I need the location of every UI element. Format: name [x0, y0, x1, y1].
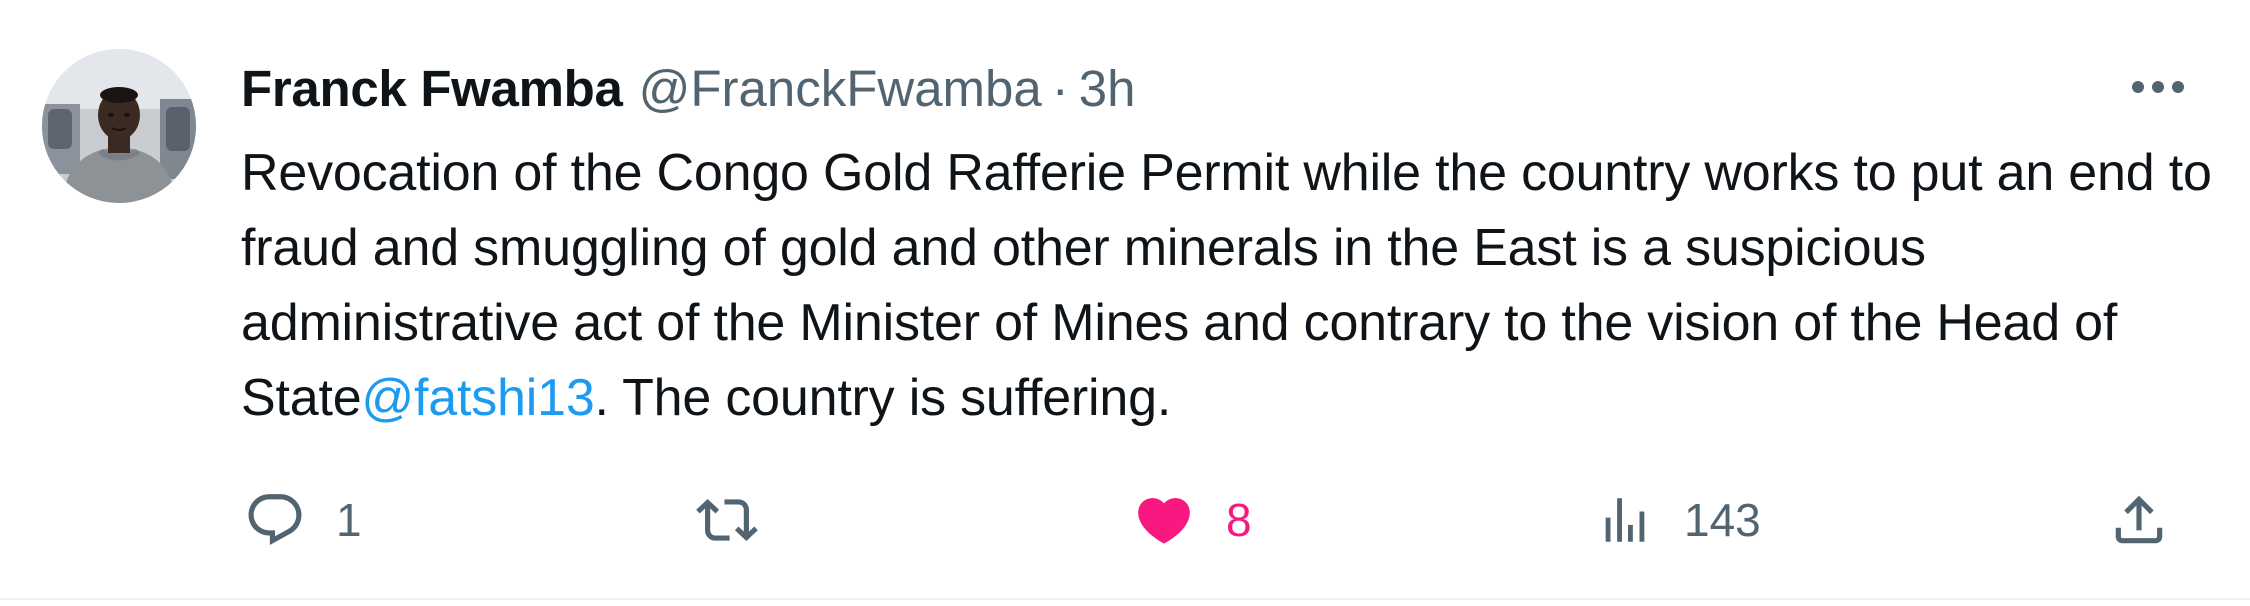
- retweet-icon: [694, 489, 760, 551]
- heart-filled-icon: [1132, 489, 1196, 551]
- author-display-name[interactable]: Franck Fwamba: [241, 59, 623, 118]
- tweet-header: Franck Fwamba @FranckFwamba · 3h: [241, 56, 1136, 120]
- divider: [0, 598, 2250, 600]
- share-icon: [2108, 489, 2170, 551]
- like-button[interactable]: 8: [1132, 478, 1252, 562]
- more-horizontal-icon: [2131, 80, 2185, 99]
- avatar-image: [42, 49, 196, 203]
- share-button[interactable]: [2108, 478, 2170, 562]
- separator-dot: ·: [1051, 59, 1069, 117]
- views-count: 143: [1684, 494, 1761, 546]
- reply-button[interactable]: 1: [244, 478, 362, 562]
- reply-icon: [244, 489, 306, 551]
- tweet-text-tail: . The country is suffering.: [594, 369, 1172, 427]
- mention-link[interactable]: @fatshi13: [361, 369, 594, 427]
- tweet-timestamp[interactable]: 3h: [1079, 59, 1136, 118]
- avatar[interactable]: [42, 49, 196, 203]
- tweet-text: Revocation of the Congo Gold Rafferie Pe…: [241, 136, 2231, 436]
- action-bar: 1 8 143: [0, 478, 2250, 562]
- views-button[interactable]: 143: [1596, 478, 1761, 562]
- more-options-button[interactable]: [2128, 62, 2188, 116]
- views-icon: [1596, 491, 1654, 549]
- reply-count: 1: [336, 494, 362, 546]
- like-count: 8: [1226, 494, 1252, 546]
- retweet-button[interactable]: [694, 478, 790, 562]
- tweet-card[interactable]: Franck Fwamba @FranckFwamba · 3h Revocat…: [0, 0, 2250, 600]
- author-handle[interactable]: @FranckFwamba: [639, 59, 1042, 118]
